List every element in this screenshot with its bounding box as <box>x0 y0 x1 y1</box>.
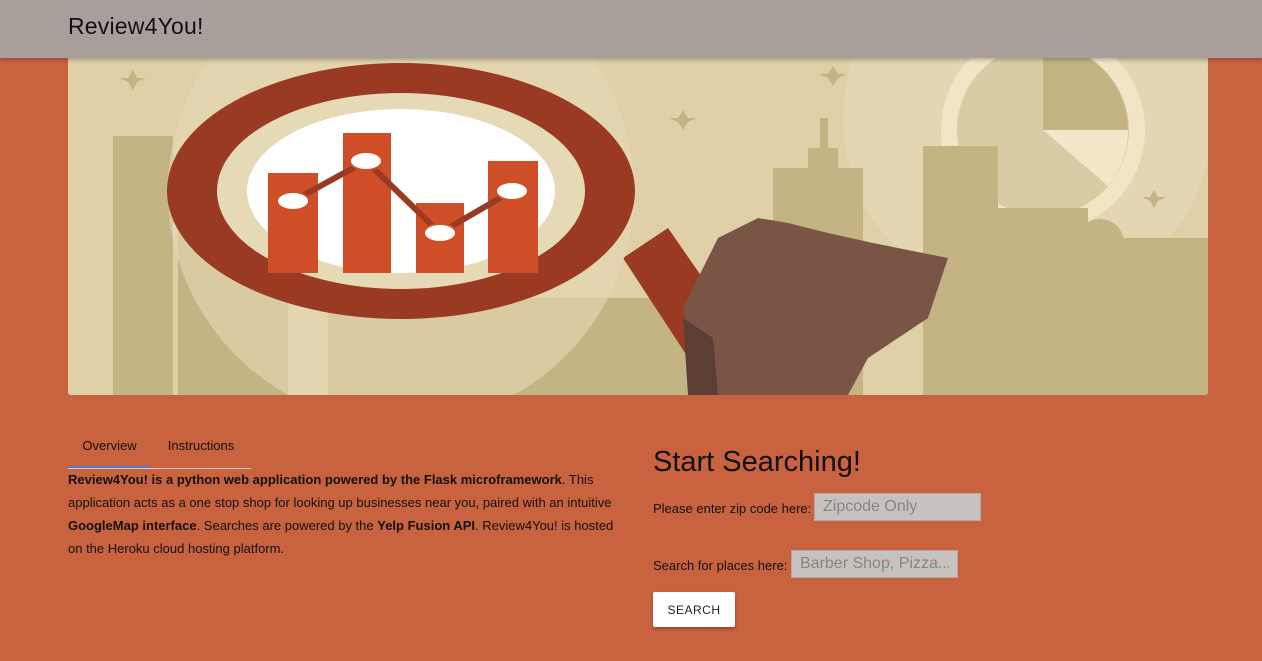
overview-description: Review4You! is a python web application … <box>68 468 628 560</box>
zip-code-label: Please enter zip code here: <box>653 501 812 516</box>
overview-bold-googlemap: GoogleMap interface <box>68 518 197 533</box>
brand-logo[interactable]: Review4You! <box>68 13 204 40</box>
top-navbar: Review4You! <box>0 0 1262 58</box>
info-tabs: Overview Instructions <box>68 430 251 469</box>
hero-banner-image <box>68 58 1208 395</box>
zip-code-input[interactable] <box>814 493 981 521</box>
overview-text-part: . Searches are powered by the <box>196 518 378 533</box>
tab-instructions[interactable]: Instructions <box>151 430 251 466</box>
search-heading: Start Searching! <box>653 446 861 478</box>
hero-illustration <box>68 58 1208 395</box>
overview-bold-yelp: Yelp Fusion API <box>377 518 476 533</box>
overview-bold-intro: Review4You! is a python web application … <box>68 472 562 487</box>
tab-overview[interactable]: Overview <box>68 430 151 466</box>
places-label: Search for places here: <box>653 558 788 573</box>
search-button[interactable]: SEARCH <box>653 592 735 627</box>
places-search-input[interactable] <box>791 550 958 578</box>
